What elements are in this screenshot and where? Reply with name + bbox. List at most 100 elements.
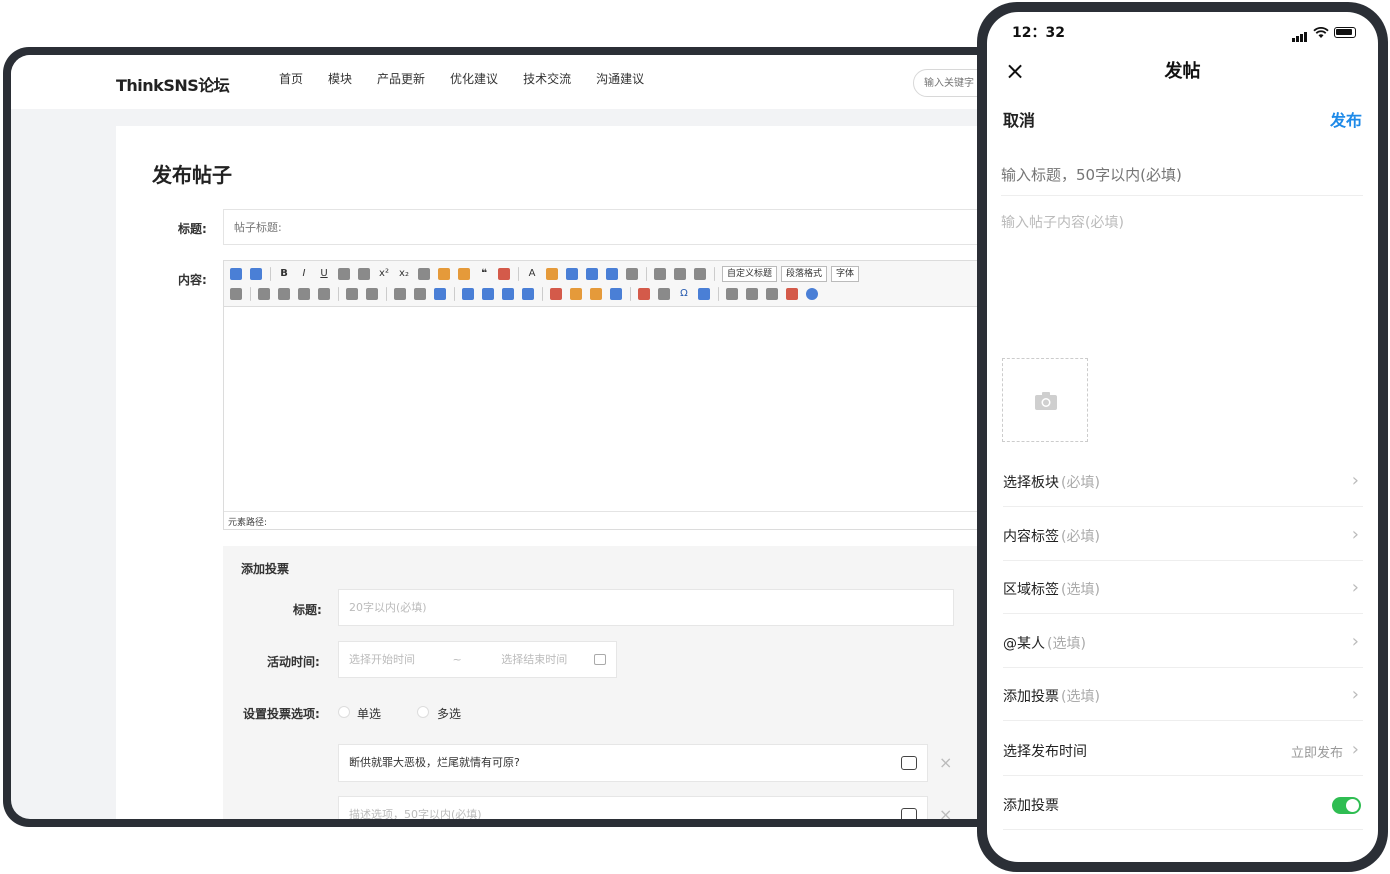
publish-button[interactable]: 发布 — [1330, 107, 1362, 131]
align-justify-icon[interactable] — [318, 288, 330, 300]
bold-icon[interactable]: B — [278, 268, 290, 280]
phone-content-input[interactable]: 输入帖子内容(必填) — [1001, 212, 1124, 232]
camera-icon[interactable] — [901, 808, 917, 819]
align-left-icon[interactable] — [258, 288, 270, 300]
nav-communication[interactable]: 沟通建议 — [596, 70, 644, 88]
highlight-icon[interactable] — [546, 268, 558, 280]
image-icon[interactable] — [550, 288, 562, 300]
date-icon[interactable] — [638, 288, 650, 300]
chevron-right-icon: › — [1351, 577, 1359, 598]
remove-option-icon[interactable]: × — [939, 805, 952, 819]
ordered-list-icon[interactable] — [566, 268, 578, 280]
vote-title-input[interactable]: 20字以内(必填) — [338, 589, 954, 626]
align-right-icon[interactable] — [298, 288, 310, 300]
auto-format-icon[interactable] — [458, 268, 470, 280]
search-replace-icon[interactable] — [766, 288, 778, 300]
time-separator: ~ — [452, 653, 462, 666]
video-icon[interactable] — [610, 288, 622, 300]
vote-time-range[interactable]: 选择开始时间 ~ 选择结束时间 — [338, 641, 617, 678]
subscript-icon[interactable]: x₂ — [398, 268, 410, 280]
unlink-icon[interactable] — [414, 288, 426, 300]
custom-title-select[interactable]: 自定义标题 — [722, 266, 778, 282]
multiple-choice-radio[interactable] — [417, 706, 429, 718]
select-board-row[interactable]: 选择板块 (必填) › — [1003, 454, 1363, 507]
content-tag-row[interactable]: 内容标签 (必填) › — [1003, 508, 1363, 561]
lowercase-icon[interactable] — [366, 288, 378, 300]
nav-modules[interactable]: 模块 — [328, 70, 352, 88]
special-char-icon[interactable]: Ω — [678, 288, 690, 300]
add-vote-row[interactable]: 添加投票 (选填) › — [1003, 668, 1363, 721]
camera-icon[interactable] — [901, 756, 917, 770]
superscript-icon[interactable]: x² — [378, 268, 390, 280]
site-header: ThinkSNS论坛 首页 模块 产品更新 优化建议 技术交流 沟通建议 — [11, 55, 1003, 109]
start-time-placeholder[interactable]: 选择开始时间 — [349, 653, 415, 666]
row-label: 添加投票 — [1003, 798, 1059, 814]
region-tag-row[interactable]: 区域标签 (选填) › — [1003, 561, 1363, 614]
image-none-icon[interactable] — [462, 288, 474, 300]
uppercase-icon[interactable] — [346, 288, 358, 300]
calendar-icon[interactable] — [594, 654, 606, 665]
paragraph-format-select[interactable]: 段落格式 — [781, 266, 828, 282]
editor-content-area[interactable] — [224, 308, 1003, 513]
publish-time-value: 立即发布 — [1290, 746, 1343, 761]
template-icon[interactable] — [698, 288, 710, 300]
time-icon[interactable] — [658, 288, 670, 300]
link-icon[interactable] — [394, 288, 406, 300]
redo-icon[interactable] — [250, 268, 262, 280]
paste-text-icon[interactable] — [498, 268, 510, 280]
desktop-frame: ThinkSNS论坛 首页 模块 产品更新 优化建议 技术交流 沟通建议 发布帖… — [3, 47, 1003, 827]
end-time-placeholder[interactable]: 选择结束时间 — [501, 653, 567, 666]
post-title-input[interactable] — [223, 209, 1003, 245]
row-spacing-top-icon[interactable] — [654, 268, 666, 280]
row-hint: (选填) — [1047, 636, 1086, 652]
font-color-icon[interactable]: A — [526, 268, 538, 280]
row-spacing-bottom-icon[interactable] — [674, 268, 686, 280]
print-icon[interactable] — [726, 288, 738, 300]
title-label: 标题: — [178, 222, 207, 236]
nav-suggestions[interactable]: 优化建议 — [450, 70, 498, 88]
vote-option-1[interactable]: 断供就罪大恶极，烂尾就情有可原? — [338, 744, 928, 782]
eraser-icon[interactable] — [418, 268, 430, 280]
multi-image-icon[interactable] — [570, 288, 582, 300]
preview-icon[interactable] — [746, 288, 758, 300]
site-logo[interactable]: ThinkSNS论坛 — [116, 72, 230, 96]
add-photo-button[interactable] — [1002, 358, 1088, 442]
single-choice-radio[interactable] — [338, 706, 350, 718]
undo-icon[interactable] — [230, 268, 242, 280]
unordered-list-icon[interactable] — [586, 268, 598, 280]
help-icon[interactable] — [806, 288, 818, 300]
font-family-select[interactable]: 字体 — [831, 266, 860, 282]
select-all-icon[interactable] — [606, 268, 618, 280]
draft-icon[interactable] — [786, 288, 798, 300]
cancel-button[interactable]: 取消 — [1003, 107, 1035, 131]
directionality-icon[interactable] — [230, 288, 242, 300]
emoji-icon[interactable] — [590, 288, 602, 300]
remove-option-icon[interactable]: × — [939, 753, 952, 772]
strikethrough-icon[interactable] — [358, 268, 370, 280]
underline-icon[interactable]: U — [318, 268, 330, 280]
align-center-icon[interactable] — [278, 288, 290, 300]
phone-title-input[interactable] — [1001, 154, 1363, 196]
clear-doc-icon[interactable] — [626, 268, 638, 280]
image-right-icon[interactable] — [502, 288, 514, 300]
vote-toggle-switch[interactable] — [1332, 797, 1361, 814]
format-brush-icon[interactable] — [438, 268, 450, 280]
image-left-icon[interactable] — [482, 288, 494, 300]
nav-tech-exchange[interactable]: 技术交流 — [523, 70, 571, 88]
mention-row[interactable]: @某人 (选填) › — [1003, 615, 1363, 668]
quote-icon[interactable]: ❝ — [478, 268, 490, 280]
vote-options-label: 设置投票选项: — [243, 707, 320, 721]
italic-icon[interactable]: I — [298, 268, 310, 280]
wifi-icon — [1313, 26, 1329, 38]
vote-option-2[interactable]: 描述选项，50字以内(必填) — [338, 796, 928, 819]
publish-time-row[interactable]: 选择发布时间 立即发布 › — [1003, 723, 1363, 776]
nav-home[interactable]: 首页 — [279, 70, 303, 88]
line-height-icon[interactable] — [694, 268, 706, 280]
toolbar-divider — [714, 267, 715, 281]
chevron-right-icon: › — [1351, 524, 1359, 545]
image-center-icon[interactable] — [522, 288, 534, 300]
vote-panel: 添加投票 标题: 20字以内(必填) 活动时间: 选择开始时间 ~ 选择结束时间… — [223, 546, 1003, 819]
nav-product-updates[interactable]: 产品更新 — [377, 70, 425, 88]
anchor-icon[interactable] — [434, 288, 446, 300]
font-border-icon[interactable] — [338, 268, 350, 280]
